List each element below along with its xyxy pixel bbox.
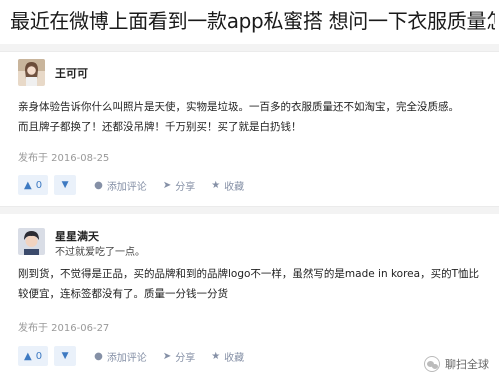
collect-label: 收藏	[224, 352, 245, 364]
watermark: 聊扫全球	[424, 356, 489, 372]
share-label: 分享	[175, 181, 196, 193]
comment-label: 添加评论	[106, 352, 147, 364]
answer-date[interactable]: 发布于 2016-08-25	[18, 149, 109, 164]
author-bio: 不过就爱吃了一点。	[55, 247, 145, 258]
share-label: 分享	[175, 352, 196, 364]
triangle-up-icon: ▲	[24, 350, 32, 362]
share-button[interactable]: ➤ 分享	[163, 178, 195, 193]
watermark-text: 聊扫全球	[445, 358, 489, 371]
star-icon: ★	[211, 179, 221, 191]
star-icon: ★	[211, 350, 221, 362]
answer-content: 亲身体验告诉你什么叫照片是天使，实物是垃圾。一百多的衣服质量还不如淘宝，完全没质…	[18, 97, 488, 137]
vote-count: 0	[35, 350, 43, 362]
triangle-down-icon: ▼	[61, 180, 69, 190]
avatar[interactable]	[18, 59, 45, 86]
answer-actions: ▲ 0 ▼ ● 添加评论 ➤ 分享 ★ 收藏	[18, 346, 244, 366]
answer-author: 星星满天 不过就爱吃了一点。	[18, 228, 145, 258]
wechat-icon	[424, 356, 440, 372]
author-name[interactable]: 星星满天	[55, 228, 99, 244]
share-button[interactable]: ➤ 分享	[163, 349, 195, 364]
comment-button[interactable]: ● 添加评论	[94, 349, 147, 364]
upvote-button[interactable]: ▲ 0	[18, 346, 49, 366]
answer-content-line: 而且牌子都换了！还都没吊牌！千万别买！买了就是白扔钱！	[18, 121, 302, 133]
triangle-up-icon: ▲	[24, 179, 32, 191]
downvote-button[interactable]: ▼	[54, 346, 77, 366]
comment-button[interactable]: ● 添加评论	[94, 178, 147, 193]
collect-button[interactable]: ★ 收藏	[211, 178, 244, 193]
answer-actions: ▲ 0 ▼ ● 添加评论 ➤ 分享 ★ 收藏	[18, 175, 244, 195]
collect-label: 收藏	[224, 181, 245, 193]
upvote-button[interactable]: ▲ 0	[18, 175, 49, 195]
collect-button[interactable]: ★ 收藏	[211, 349, 244, 364]
vote-count: 0	[35, 179, 43, 191]
speech-bubble-icon: ●	[94, 350, 103, 362]
question-title[interactable]: 最近在微博上面看到一款app私蜜搭 想问一下衣服质量怎...	[10, 6, 495, 36]
author-name[interactable]: 王可可	[55, 65, 88, 81]
answer-divider	[0, 206, 499, 214]
avatar[interactable]	[18, 228, 45, 255]
answer-content: 刚到货，不觉得是正品，买的品牌和到的品牌logo不一样，虽然写的是made in…	[18, 264, 488, 304]
answer-content-line: 亲身体验告诉你什么叫照片是天使，实物是垃圾。一百多的衣服质量还不如淘宝，完全没质…	[18, 101, 459, 113]
answer-date[interactable]: 发布于 2016-06-27	[18, 319, 109, 334]
paper-plane-icon: ➤	[162, 350, 172, 362]
triangle-down-icon: ▼	[61, 351, 69, 361]
answer-content-line: 较便宜，连标签都没有了。质量一分钱一分货	[18, 288, 228, 300]
title-divider	[0, 44, 499, 52]
downvote-button[interactable]: ▼	[54, 175, 77, 195]
answer-content-line: 刚到货，不觉得是正品，买的品牌和到的品牌logo不一样，虽然写的是made in…	[18, 268, 479, 280]
comment-label: 添加评论	[106, 181, 147, 193]
paper-plane-icon: ➤	[162, 179, 172, 191]
answer-author: 王可可	[18, 59, 88, 86]
speech-bubble-icon: ●	[94, 179, 103, 191]
